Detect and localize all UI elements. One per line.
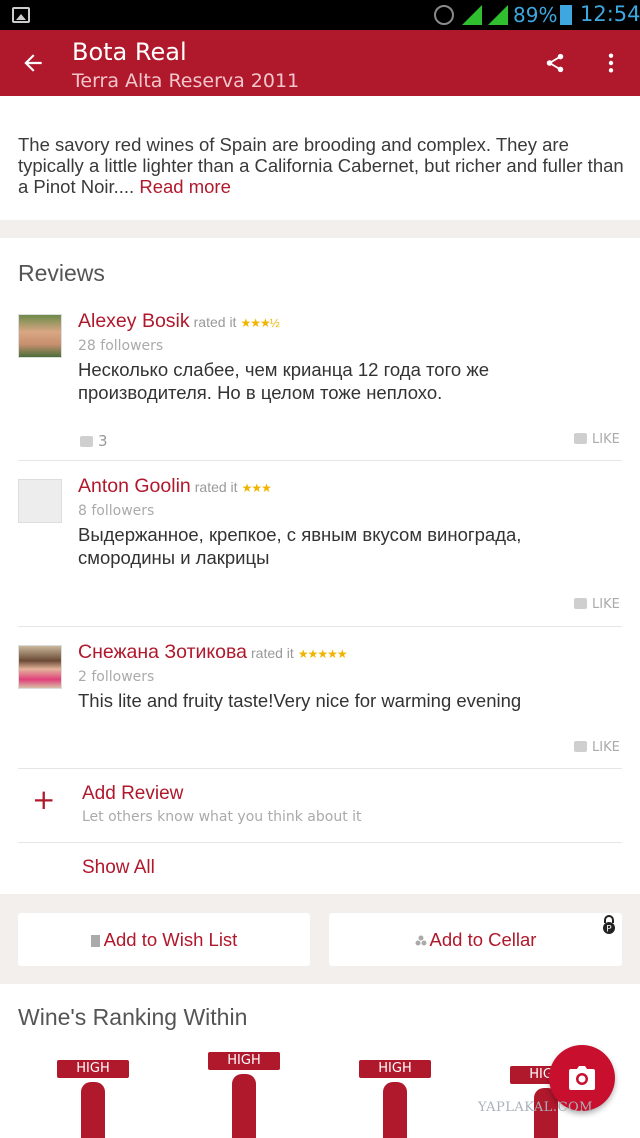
like-count-value: 3: [98, 432, 108, 450]
clock: 12:54: [580, 2, 640, 26]
h-signal-icon: [488, 5, 508, 25]
avatar[interactable]: [18, 314, 62, 358]
like-label[interactable]: LIKE: [592, 740, 620, 755]
reviewer-name-text[interactable]: Снежана Зотикова: [78, 641, 247, 663]
watermark: YAPLAKAL.COM: [478, 1100, 593, 1115]
rated-label: rated it: [194, 479, 238, 495]
add-review-row[interactable]: + Add Review Let others know what you th…: [0, 783, 640, 833]
ranking-title: Wine's Ranking Within: [18, 1004, 248, 1030]
add-to-wish-list-button[interactable]: Add to Wish List: [18, 913, 310, 966]
like-button[interactable]: LIKE: [574, 432, 620, 447]
reviewer-name-text[interactable]: Anton Goolin: [78, 475, 191, 497]
reviewer-name[interactable]: Alexey Bosik rated it ★★★½: [78, 310, 280, 333]
rating-stars: ★★★★★: [297, 647, 348, 661]
add-review-label[interactable]: Add Review: [82, 783, 183, 805]
like-count: 3: [80, 432, 108, 450]
thumb-up-icon: [574, 598, 587, 609]
wine-subtitle: Terra Alta Reserva 2011: [72, 70, 300, 92]
review-text: This lite and fruity taste!Very nice for…: [78, 690, 522, 711]
description-body: The savory red wines of Spain are broodi…: [18, 134, 624, 197]
thumb-up-icon: [574, 741, 587, 752]
svg-text:P: P: [606, 925, 612, 935]
add-review-hint: Let others know what you think about it: [82, 809, 362, 825]
back-arrow-icon[interactable]: [20, 50, 46, 76]
reviews-title: Reviews: [18, 260, 105, 286]
rated-label: rated it: [193, 314, 237, 330]
more-vert-icon[interactable]: [600, 52, 622, 74]
thumb-up-icon: [80, 436, 93, 447]
thumb-up-icon: [574, 433, 587, 444]
like-button[interactable]: LIKE: [574, 740, 620, 755]
ranking-bar: [81, 1082, 105, 1138]
wine-name: Bota Real: [72, 38, 187, 66]
plus-icon[interactable]: +: [32, 783, 55, 816]
ranking-tag: HIGH: [57, 1060, 129, 1078]
ranking-tag: HIGH: [208, 1052, 280, 1070]
like-label[interactable]: LIKE: [592, 597, 620, 612]
divider: [18, 460, 622, 461]
like-label[interactable]: LIKE: [592, 432, 620, 447]
divider: [18, 626, 622, 627]
reviewer-name[interactable]: Снежана Зотикова rated it ★★★★★: [78, 641, 348, 664]
divider: [18, 842, 622, 843]
cellar-label[interactable]: Add to Cellar: [430, 929, 537, 950]
followers-count: 28 followers: [78, 338, 164, 354]
alarm-icon: [434, 5, 454, 25]
wish-list-label[interactable]: Add to Wish List: [104, 929, 238, 950]
image-icon: [12, 7, 30, 23]
rating-stars: ★★★: [241, 481, 272, 495]
review-text: Выдержанное, крепкое, с явным вкусом вин…: [78, 524, 522, 568]
followers-count: 8 followers: [78, 503, 155, 519]
add-to-cellar-button[interactable]: Add to Cellar: [329, 913, 622, 966]
battery-icon: [560, 5, 572, 25]
rated-label: rated it: [251, 645, 294, 661]
avatar[interactable]: [18, 479, 62, 523]
description-text: The savory red wines of Spain are broodi…: [18, 134, 630, 197]
reviews-card: Reviews Alexey Bosik rated it ★★★½ 28 foll…: [0, 238, 640, 894]
share-icon[interactable]: [544, 52, 566, 74]
ranking-bar: [232, 1074, 256, 1138]
battery-percent: 89%: [513, 3, 558, 27]
avatar[interactable]: [18, 645, 62, 689]
camera-icon: [569, 1066, 595, 1090]
reviewer-name[interactable]: Anton Goolin rated it ★★★: [78, 475, 272, 498]
like-button[interactable]: LIKE: [574, 597, 620, 612]
review-text: Несколько слабее, чем крианца 12 года то…: [78, 359, 490, 403]
followers-count: 2 followers: [78, 669, 155, 685]
divider: [18, 768, 622, 769]
app-toolbar: Bota Real Terra Alta Reserva 2011: [0, 30, 640, 96]
show-all-link[interactable]: Show All: [82, 857, 155, 879]
read-more-link[interactable]: Read more: [139, 176, 231, 197]
description-card: The savory red wines of Spain are broodi…: [0, 96, 640, 220]
status-bar: 89% 12:54: [0, 0, 640, 30]
grapes-icon: [415, 913, 427, 946]
ranking-tag: HIGH: [359, 1060, 431, 1078]
premium-lock-icon: P: [600, 915, 618, 935]
bookmark-icon: [90, 935, 100, 947]
rating-stars: ★★★½: [240, 316, 279, 330]
signal-icon: [462, 5, 482, 25]
ranking-bar: [383, 1082, 407, 1138]
reviewer-name-text[interactable]: Alexey Bosik: [78, 310, 190, 332]
